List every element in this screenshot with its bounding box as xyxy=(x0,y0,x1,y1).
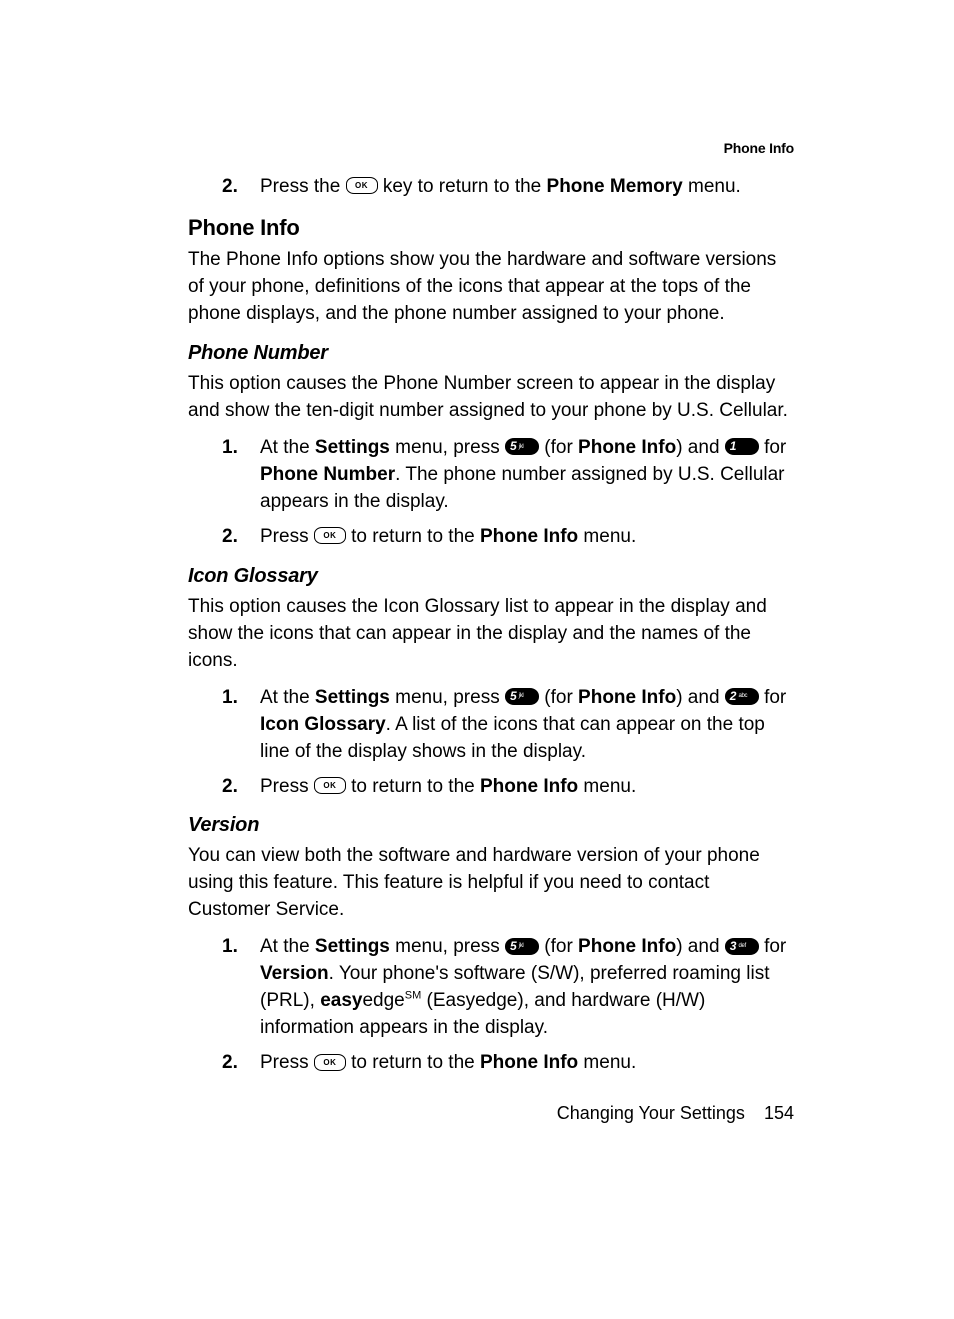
key-1-icon: 1 xyxy=(725,438,759,455)
ok-key-icon: OK xyxy=(314,527,346,544)
text-fragment: At the xyxy=(260,437,315,458)
bold-text: Version xyxy=(260,963,329,984)
text-fragment: ) and xyxy=(676,936,725,957)
step-number: 1. xyxy=(222,435,238,462)
step-number: 1. xyxy=(222,934,238,961)
body-paragraph: The Phone Info options show you the hard… xyxy=(188,247,794,328)
footer-label: Changing Your Settings xyxy=(557,1103,745,1123)
text-fragment: ) and xyxy=(676,437,725,458)
bold-text: Phone Info xyxy=(480,526,578,547)
step-number: 2. xyxy=(222,774,238,801)
text-fragment: menu, press xyxy=(390,687,505,708)
key-5-icon: 5jkl xyxy=(505,688,539,705)
continued-ordered-list: 2. Press the OK key to return to the Pho… xyxy=(188,174,794,201)
text-fragment: menu. xyxy=(683,176,741,197)
key-digit: 3 xyxy=(730,938,737,955)
list-item: 2. Press OK to return to the Phone Info … xyxy=(188,524,794,551)
bold-text: Settings xyxy=(315,437,390,458)
step-number: 2. xyxy=(222,1050,238,1077)
key-digit: 1 xyxy=(730,438,737,455)
text-fragment: to return to the xyxy=(351,776,480,797)
text-fragment: menu, press xyxy=(390,437,505,458)
key-sub: def xyxy=(738,942,745,951)
text-fragment: for xyxy=(764,437,786,458)
page-content: Phone Info 2. Press the OK key to return… xyxy=(0,0,954,1077)
text-fragment: to return to the xyxy=(351,526,480,547)
key-digit: 5 xyxy=(510,938,517,955)
running-head: Phone Info xyxy=(188,140,794,156)
subsection-heading-icon-glossary: Icon Glossary xyxy=(188,565,794,588)
key-digit: 2 xyxy=(730,688,737,705)
bold-text: Phone Memory xyxy=(547,176,683,197)
step-number: 1. xyxy=(222,685,238,712)
subsection-heading-phone-number: Phone Number xyxy=(188,342,794,365)
key-sub: jkl xyxy=(519,942,524,951)
key-sub: jkl xyxy=(519,692,524,701)
bold-text: Icon Glossary xyxy=(260,714,386,735)
text-fragment: Press xyxy=(260,776,314,797)
key-5-icon: 5jkl xyxy=(505,938,539,955)
text-fragment: edge xyxy=(362,990,404,1011)
text-fragment: to return to the xyxy=(351,1052,480,1073)
body-paragraph: This option causes the Phone Number scre… xyxy=(188,371,794,425)
text-fragment: menu. xyxy=(578,526,636,547)
page-number: 154 xyxy=(764,1103,794,1123)
list-item: 1. At the Settings menu, press 5jkl (for… xyxy=(188,435,794,516)
text-fragment: (for xyxy=(544,687,578,708)
text-fragment: Press xyxy=(260,1052,314,1073)
bold-text: easy xyxy=(320,990,362,1011)
ordered-list: 1. At the Settings menu, press 5jkl (for… xyxy=(188,685,794,801)
sm-mark: SM xyxy=(405,990,422,1002)
bold-text: Phone Info xyxy=(578,936,676,957)
text-fragment: Press xyxy=(260,526,314,547)
list-item: 1. At the Settings menu, press 5jkl (for… xyxy=(188,685,794,766)
ordered-list: 1. At the Settings menu, press 5jkl (for… xyxy=(188,435,794,551)
list-item: 2. Press the OK key to return to the Pho… xyxy=(188,174,794,201)
key-digit: 5 xyxy=(510,438,517,455)
body-paragraph: You can view both the software and hardw… xyxy=(188,843,794,924)
subsection-heading-version: Version xyxy=(188,814,794,837)
key-sub: abc xyxy=(738,692,747,701)
text-fragment: for xyxy=(764,936,786,957)
bold-text: Phone Info xyxy=(578,437,676,458)
list-item: 2. Press OK to return to the Phone Info … xyxy=(188,1050,794,1077)
ok-key-icon: OK xyxy=(314,1054,346,1071)
text-fragment: ) and xyxy=(676,687,725,708)
ok-key-icon: OK xyxy=(346,177,378,194)
text-fragment: key to return to the xyxy=(383,176,547,197)
bold-text: Phone Number xyxy=(260,464,395,485)
text-fragment: menu. xyxy=(578,776,636,797)
key-digit: 5 xyxy=(510,688,517,705)
list-item: 1. At the Settings menu, press 5jkl (for… xyxy=(188,934,794,1042)
key-3-icon: 3def xyxy=(725,938,759,955)
page-footer: Changing Your Settings 154 xyxy=(557,1103,794,1124)
ok-key-icon: OK xyxy=(314,777,346,794)
text-fragment: menu. xyxy=(578,1052,636,1073)
bold-text: Phone Info xyxy=(480,1052,578,1073)
text-fragment: for xyxy=(764,687,786,708)
key-sub: jkl xyxy=(519,443,524,452)
bold-text: Settings xyxy=(315,687,390,708)
text-fragment: menu, press xyxy=(390,936,505,957)
text-fragment: (for xyxy=(544,437,578,458)
bold-text: Phone Info xyxy=(578,687,676,708)
bold-text: Phone Info xyxy=(480,776,578,797)
step-number: 2. xyxy=(222,524,238,551)
bold-text: Settings xyxy=(315,936,390,957)
section-heading-phone-info: Phone Info xyxy=(188,215,794,241)
ordered-list: 1. At the Settings menu, press 5jkl (for… xyxy=(188,934,794,1077)
step-number: 2. xyxy=(222,174,238,201)
text-fragment: At the xyxy=(260,687,315,708)
text-fragment: At the xyxy=(260,936,315,957)
key-2-icon: 2abc xyxy=(725,688,759,705)
key-5-icon: 5jkl xyxy=(505,438,539,455)
text-fragment: Press the xyxy=(260,176,346,197)
text-fragment: (for xyxy=(544,936,578,957)
list-item: 2. Press OK to return to the Phone Info … xyxy=(188,774,794,801)
body-paragraph: This option causes the Icon Glossary lis… xyxy=(188,594,794,675)
